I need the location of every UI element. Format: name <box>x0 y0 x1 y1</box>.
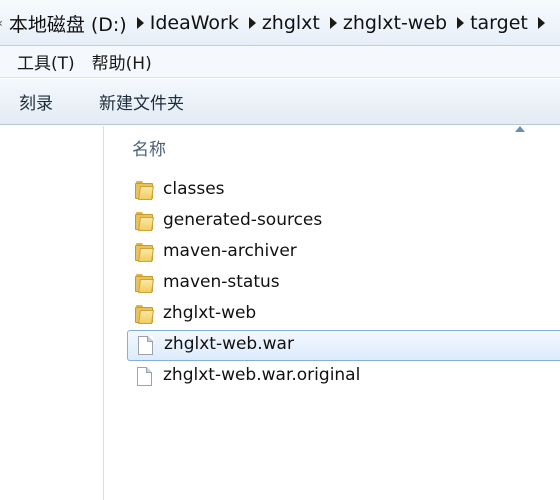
file-icon <box>136 336 154 355</box>
new-folder-button[interactable]: 新建文件夹 <box>99 89 184 114</box>
file-name: maven-archiver <box>163 241 297 261</box>
explorer-window: ‹ 本地磁盘 (D:) IdeaWork zhglxt zhglxt-web t… <box>0 0 560 500</box>
file-name: zhglxt-web.war.original <box>163 365 361 385</box>
list-item[interactable]: maven-status <box>105 268 560 299</box>
chevron-right-icon[interactable] <box>537 17 545 29</box>
folder-icon <box>135 181 154 200</box>
list-item-selected[interactable]: zhglxt-web.war <box>127 330 560 361</box>
list-item[interactable]: zhglxt-web <box>105 299 560 330</box>
list-item[interactable]: zhglxt-web.war.original <box>105 361 560 392</box>
breadcrumb-item-zhglxt-web[interactable]: zhglxt-web <box>337 12 457 34</box>
breadcrumb-item-target[interactable]: target <box>464 12 538 34</box>
file-icon <box>135 367 153 386</box>
column-header: 名称 <box>105 126 560 166</box>
chevron-right-icon[interactable] <box>136 17 144 29</box>
command-toolbar: 刻录 新建文件夹 <box>0 79 560 125</box>
file-name: zhglxt-web.war <box>164 334 294 354</box>
menu-bar: 工具(T) 帮助(H) <box>0 46 560 78</box>
file-rows: classes generated-sources maven-archiver… <box>105 175 560 392</box>
list-item[interactable]: maven-archiver <box>105 237 560 268</box>
address-bar[interactable]: ‹ 本地磁盘 (D:) IdeaWork zhglxt zhglxt-web t… <box>0 0 560 46</box>
chevron-right-icon[interactable] <box>329 17 337 29</box>
file-name: classes <box>163 179 225 199</box>
breadcrumb: ‹ 本地磁盘 (D:) IdeaWork zhglxt zhglxt-web t… <box>0 5 560 41</box>
file-name: zhglxt-web <box>163 303 257 323</box>
navigation-pane[interactable] <box>0 126 104 500</box>
menu-tools[interactable]: 工具(T) <box>17 49 75 74</box>
folder-icon <box>135 305 154 324</box>
list-item[interactable]: classes <box>105 175 560 206</box>
breadcrumb-item-zhglxt[interactable]: zhglxt <box>256 12 330 34</box>
list-item[interactable]: generated-sources <box>105 206 560 237</box>
file-list: 名称 classes generated-sources maven-archi… <box>105 126 560 500</box>
column-header-name[interactable]: 名称 <box>132 135 166 160</box>
file-name: maven-status <box>163 272 280 292</box>
folder-icon <box>135 243 154 262</box>
folder-icon <box>135 212 154 231</box>
breadcrumb-item-ideawork[interactable]: IdeaWork <box>144 12 249 34</box>
chevron-right-icon[interactable] <box>248 17 256 29</box>
chevron-right-icon[interactable] <box>457 17 465 29</box>
breadcrumb-item-drive[interactable]: 本地磁盘 (D:) <box>3 10 137 37</box>
sort-up-icon <box>515 126 525 132</box>
menu-help[interactable]: 帮助(H) <box>92 49 152 74</box>
file-name: generated-sources <box>163 210 323 230</box>
folder-icon <box>135 274 154 293</box>
burn-button[interactable]: 刻录 <box>19 89 53 114</box>
